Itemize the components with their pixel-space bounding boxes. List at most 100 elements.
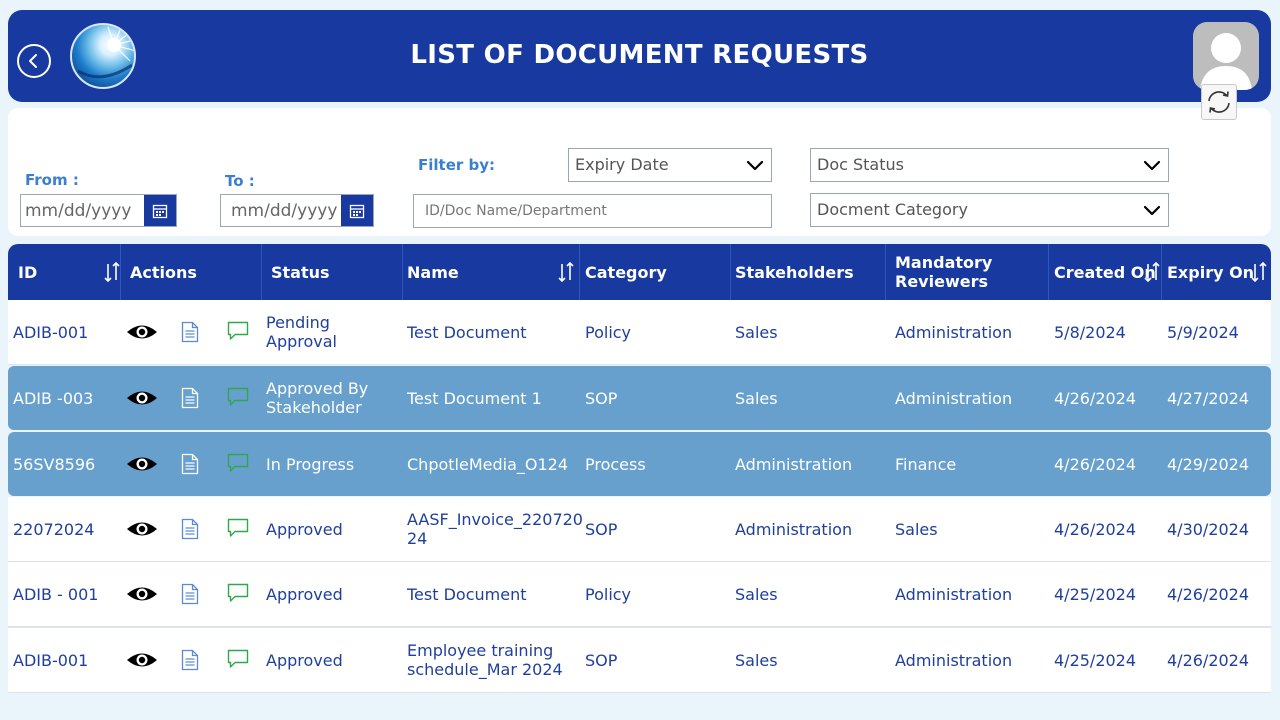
cell-created: 5/8/2024	[1054, 322, 1126, 342]
to-date-input[interactable]	[221, 195, 341, 226]
table-row[interactable]: 22072024 Approved AASF_Invoice_220720 24…	[8, 497, 1271, 561]
cell-expiry: 4/26/2024	[1167, 650, 1250, 670]
document-button[interactable]	[180, 320, 200, 344]
cell-id: 22072024	[13, 519, 95, 539]
cell-reviewers: Administration	[895, 388, 1013, 408]
cell-stakeholders: Administration	[735, 519, 853, 539]
col-header-reviewers[interactable]: Mandatory Reviewers	[895, 244, 1045, 300]
cell-category: Policy	[585, 584, 632, 604]
view-button[interactable]	[125, 388, 159, 408]
comment-button[interactable]	[227, 648, 249, 670]
cell-reviewers: Administration	[895, 584, 1013, 604]
user-avatar[interactable]	[1193, 22, 1259, 90]
document-button[interactable]	[180, 517, 200, 541]
from-date-input[interactable]	[21, 195, 144, 226]
filter-panel: From : To : Filter by: Expiry Date Doc S…	[8, 108, 1271, 236]
cell-expiry: 5/9/2024	[1167, 322, 1239, 342]
view-button[interactable]	[125, 584, 159, 604]
col-header-expiry[interactable]: Expiry On	[1167, 244, 1254, 300]
sort-icon[interactable]	[1251, 260, 1267, 284]
to-date-field[interactable]	[220, 194, 374, 227]
col-header-category[interactable]: Category	[585, 244, 667, 300]
sort-icon[interactable]	[104, 260, 120, 284]
search-input[interactable]	[414, 195, 771, 227]
app-header: LIST OF DOCUMENT REQUESTS	[8, 10, 1271, 102]
cell-stakeholders: Sales	[735, 584, 778, 604]
cell-expiry: 4/27/2024	[1167, 388, 1250, 408]
cell-created: 4/26/2024	[1054, 454, 1137, 474]
cell-stakeholders: Sales	[735, 322, 778, 342]
cell-reviewers: Administration	[895, 650, 1013, 670]
comment-icon	[227, 387, 249, 406]
eye-icon	[127, 457, 157, 471]
document-icon	[181, 518, 199, 540]
from-date-field[interactable]	[20, 194, 177, 227]
from-label: From :	[25, 171, 79, 189]
cell-id: ADIB-001	[13, 322, 89, 342]
cell-id: 56SV8596	[13, 454, 96, 474]
view-button[interactable]	[125, 322, 159, 342]
table-row[interactable]: ADIB -003 Approved By Stakeholder Test D…	[8, 366, 1271, 430]
comment-button[interactable]	[227, 452, 249, 474]
sort-icon[interactable]	[558, 260, 574, 284]
from-calendar-button[interactable]	[144, 195, 176, 226]
cell-created: 4/25/2024	[1054, 584, 1137, 604]
cell-created: 4/26/2024	[1054, 388, 1137, 408]
category-dropdown[interactable]: Docment Category	[810, 193, 1169, 227]
eye-icon	[127, 587, 157, 601]
cell-name: Test Document	[407, 322, 527, 342]
col-header-stakeholders[interactable]: Stakeholders	[735, 244, 854, 300]
cell-name: ChpotleMedia_O124	[407, 454, 569, 474]
col-header-created[interactable]: Created On	[1054, 244, 1156, 300]
document-icon	[181, 649, 199, 671]
filter-by-label: Filter by:	[418, 156, 496, 174]
filter-by-value: Expiry Date	[575, 155, 669, 174]
comment-button[interactable]	[227, 386, 249, 408]
cell-created: 4/26/2024	[1054, 519, 1137, 539]
col-header-status[interactable]: Status	[271, 244, 330, 300]
to-label: To :	[225, 172, 255, 190]
cell-category: SOP	[585, 388, 618, 408]
cell-status: Approved	[266, 584, 343, 604]
table-row[interactable]: ADIB - 001 Approved Test Document Policy…	[8, 562, 1271, 626]
cell-status: Pending Approval	[266, 313, 337, 351]
cell-expiry: 4/29/2024	[1167, 454, 1250, 474]
document-button[interactable]	[180, 648, 200, 672]
sort-icon[interactable]	[1144, 260, 1160, 284]
to-calendar-button[interactable]	[341, 195, 373, 226]
user-icon	[1200, 33, 1252, 90]
cell-id: ADIB - 001	[13, 584, 99, 604]
doc-status-value: Doc Status	[817, 155, 904, 174]
table-row[interactable]: 56SV8596 In Progress ChpotleMedia_O124 P…	[8, 432, 1271, 496]
comment-button[interactable]	[227, 320, 249, 342]
cell-status: Approved By Stakeholder	[266, 379, 369, 417]
cell-expiry: 4/30/2024	[1167, 519, 1250, 539]
calendar-icon	[152, 204, 168, 218]
refresh-button[interactable]	[1201, 84, 1237, 120]
table-row[interactable]: ADIB-001 Approved Employee training sche…	[8, 628, 1271, 692]
comment-button[interactable]	[227, 582, 249, 604]
doc-status-dropdown[interactable]: Doc Status	[810, 148, 1169, 182]
filter-by-dropdown[interactable]: Expiry Date	[568, 148, 772, 182]
comment-button[interactable]	[227, 517, 249, 539]
col-header-actions: Actions	[130, 262, 197, 282]
search-field[interactable]	[413, 194, 772, 228]
refresh-icon	[1208, 91, 1230, 113]
view-button[interactable]	[125, 454, 159, 474]
eye-icon	[127, 522, 157, 536]
cell-name: Employee training schedule_Mar 2024	[407, 641, 563, 679]
col-header-name[interactable]: Name	[407, 244, 459, 300]
document-button[interactable]	[180, 582, 200, 606]
col-header-id[interactable]: ID	[18, 244, 37, 300]
comment-icon	[227, 453, 249, 472]
chevron-down-icon	[1143, 205, 1161, 216]
document-button[interactable]	[180, 452, 200, 476]
table-row[interactable]: ADIB-001 Pending Approval Test Document …	[8, 300, 1271, 364]
document-icon	[181, 453, 199, 475]
view-button[interactable]	[125, 519, 159, 539]
document-button[interactable]	[180, 386, 200, 410]
page-title: LIST OF DOCUMENT REQUESTS	[410, 40, 869, 70]
view-button[interactable]	[125, 650, 159, 670]
comment-icon	[227, 518, 249, 537]
cell-category: SOP	[585, 519, 618, 539]
